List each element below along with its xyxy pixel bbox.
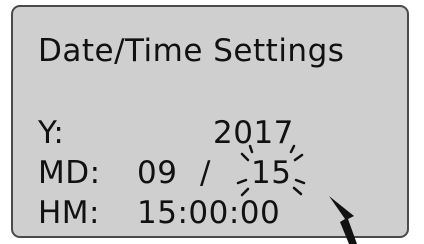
blink-rays-icon bbox=[236, 144, 306, 197]
arrow-pointer-icon bbox=[329, 196, 357, 244]
overlay-graphics bbox=[236, 144, 357, 244]
